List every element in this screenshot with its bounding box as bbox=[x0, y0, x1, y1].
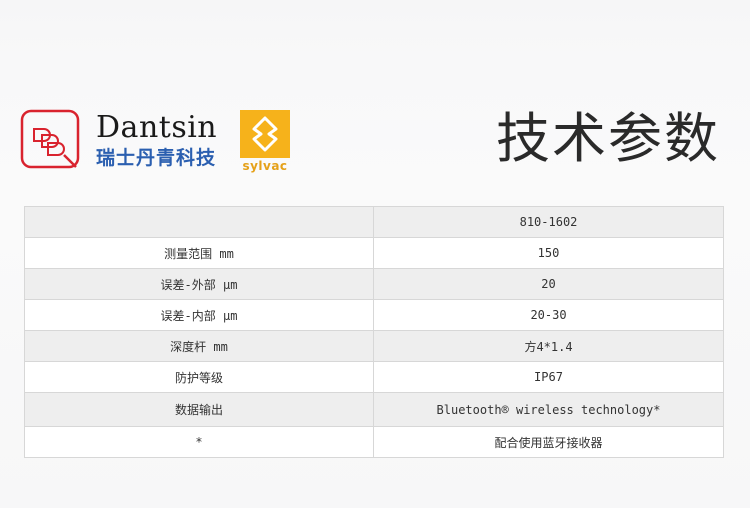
table-row: 防护等级 IP67 bbox=[24, 361, 724, 393]
spec-label: 误差-内部 μm bbox=[24, 299, 374, 331]
spec-value: 方4*1.4 bbox=[373, 330, 724, 362]
brand-text: Dantsin 瑞士丹青科技 bbox=[96, 112, 217, 170]
spec-value: 150 bbox=[373, 237, 724, 269]
table-row: 810-1602 bbox=[24, 206, 724, 238]
spec-label: 误差-外部 μm bbox=[24, 268, 374, 300]
table-row: * 配合使用蓝牙接收器 bbox=[24, 426, 724, 458]
page-title: 技术参数 bbox=[496, 107, 720, 170]
spec-table: 810-1602 测量范围 mm 150 误差-外部 μm 20 误差-内部 μ… bbox=[24, 206, 724, 458]
spec-value: IP67 bbox=[373, 361, 724, 393]
brand-name: Dantsin bbox=[96, 110, 218, 145]
table-row: 误差-内部 μm 20-30 bbox=[24, 299, 724, 331]
sylvac-label: sylvac bbox=[242, 159, 288, 173]
spec-value: 20 bbox=[373, 268, 724, 300]
brand-name-cn: 瑞士丹青科技 bbox=[96, 147, 217, 169]
spec-label: * bbox=[24, 426, 374, 458]
header: Dantsin 瑞士丹青科技 sylvac 技术参数 bbox=[0, 0, 750, 205]
table-row: 数据输出 Bluetooth® wireless technology* bbox=[24, 392, 724, 427]
spec-value: 810-1602 bbox=[373, 206, 724, 238]
table-row: 测量范围 mm 150 bbox=[24, 237, 724, 269]
spec-label: 数据输出 bbox=[24, 392, 374, 427]
sylvac-mark-icon bbox=[240, 110, 290, 158]
table-row: 深度杆 mm 方4*1.4 bbox=[24, 330, 724, 362]
spec-value: Bluetooth® wireless technology* bbox=[373, 392, 724, 427]
spec-label: 测量范围 mm bbox=[24, 237, 374, 269]
spec-label bbox=[24, 206, 374, 238]
sylvac-logo: sylvac bbox=[240, 110, 290, 175]
spec-value: 20-30 bbox=[373, 299, 724, 331]
spec-value: 配合使用蓝牙接收器 bbox=[373, 426, 724, 458]
dantsin-logo-icon bbox=[20, 109, 80, 169]
spec-label: 深度杆 mm bbox=[24, 330, 374, 362]
table-row: 误差-外部 μm 20 bbox=[24, 268, 724, 300]
spec-label: 防护等级 bbox=[24, 361, 374, 393]
